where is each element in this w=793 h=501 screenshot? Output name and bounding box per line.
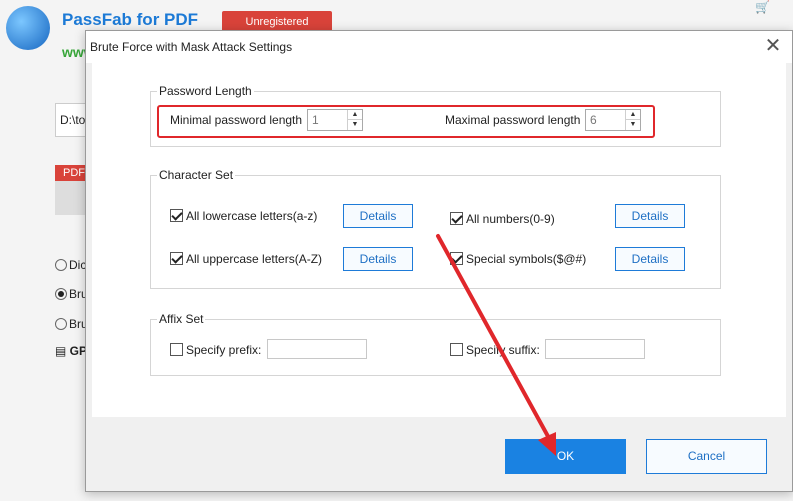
min-length-input[interactable]	[308, 110, 348, 130]
ok-button[interactable]: OK	[505, 439, 626, 474]
max-length-label: Maximal password length	[445, 113, 581, 127]
checkbox-unchecked-icon	[170, 343, 183, 356]
checkbox-checked-icon	[170, 209, 183, 222]
app-logo-icon	[6, 6, 50, 50]
prefix-input[interactable]	[267, 339, 367, 359]
checkbox-checked-icon	[170, 252, 183, 265]
lowercase-checkbox[interactable]: All lowercase letters(a-z)	[170, 209, 317, 223]
close-icon[interactable]: ✕	[764, 36, 782, 56]
dialog-titlebar: Brute Force with Mask Attack Settings ✕	[86, 31, 792, 63]
prefix-checkbox[interactable]: Specify prefix:	[170, 343, 261, 357]
symbols-details-button[interactable]: Details	[615, 247, 685, 271]
cart-icon[interactable]: 🛒	[755, 0, 770, 14]
min-length-stepper[interactable]: ▲ ▼	[307, 109, 363, 131]
lowercase-details-button[interactable]: Details	[343, 204, 413, 228]
radio-selected-icon	[55, 288, 67, 300]
numbers-checkbox[interactable]: All numbers(0-9)	[450, 212, 555, 226]
affix-set-group-label: Affix Set	[157, 312, 206, 326]
min-length-label: Minimal password length	[170, 113, 303, 127]
password-length-group-label: Password Length	[157, 84, 254, 98]
character-set-group-label: Character Set	[157, 168, 236, 182]
max-length-input[interactable]	[586, 110, 626, 130]
checkbox-checked-icon	[450, 212, 463, 225]
numbers-details-button[interactable]: Details	[615, 204, 685, 228]
symbols-checkbox[interactable]: Special symbols($@#)	[450, 252, 586, 266]
uppercase-details-button[interactable]: Details	[343, 247, 413, 271]
mask-attack-settings-dialog: Brute Force with Mask Attack Settings ✕ …	[85, 30, 793, 492]
decrement-icon[interactable]: ▼	[348, 120, 362, 130]
increment-icon[interactable]: ▲	[348, 110, 362, 120]
checkbox-unchecked-icon	[450, 343, 463, 356]
checkbox-checked-icon	[450, 252, 463, 265]
suffix-input[interactable]	[545, 339, 645, 359]
decrement-icon[interactable]: ▼	[626, 120, 640, 130]
dialog-body: Password Length Minimal password length …	[92, 63, 786, 417]
radio-icon	[55, 318, 67, 330]
max-length-stepper[interactable]: ▲ ▼	[585, 109, 641, 131]
uppercase-checkbox[interactable]: All uppercase letters(A-Z)	[170, 252, 322, 266]
suffix-checkbox[interactable]: Specify suffix:	[450, 343, 540, 357]
character-set-group: Character Set	[150, 168, 721, 289]
dialog-title: Brute Force with Mask Attack Settings	[90, 40, 293, 54]
cancel-button[interactable]: Cancel	[646, 439, 767, 474]
radio-icon	[55, 259, 67, 271]
app-title: PassFab for PDF	[62, 10, 199, 29]
increment-icon[interactable]: ▲	[626, 110, 640, 120]
